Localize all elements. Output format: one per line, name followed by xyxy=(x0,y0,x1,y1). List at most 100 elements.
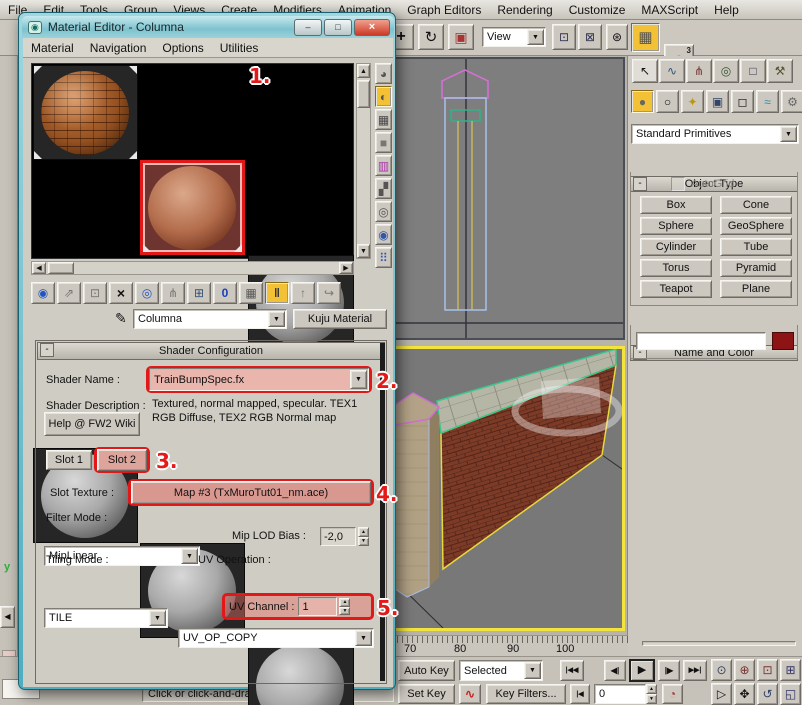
chevron-down-icon[interactable]: ▼ xyxy=(149,610,166,626)
go-forward-sibling-button[interactable]: ↪ xyxy=(317,282,341,304)
tab-modify[interactable]: ∿ xyxy=(659,59,685,83)
chevron-down-icon[interactable]: ▼ xyxy=(524,662,541,679)
scroll-up-button[interactable]: ▲ xyxy=(357,64,370,78)
viewport-front[interactable] xyxy=(392,57,625,340)
sample-type-button[interactable]: ◕ xyxy=(375,63,392,84)
next-frame-button[interactable]: |▶ xyxy=(658,660,680,681)
sample-slot-brick[interactable] xyxy=(33,65,138,160)
category-shapes-button[interactable]: ○ xyxy=(656,90,679,113)
maximize-button[interactable]: □ xyxy=(324,19,352,36)
sample-uv-tiling-button[interactable]: ■ xyxy=(375,132,392,153)
menu-maxscript[interactable]: MAXScript xyxy=(633,1,706,19)
chevron-down-icon[interactable]: ▼ xyxy=(527,29,544,45)
spinner-down-icon[interactable]: ▼ xyxy=(339,607,350,616)
create-plane-button[interactable]: Plane xyxy=(720,280,792,298)
orbit-button[interactable]: ↺ xyxy=(757,683,778,705)
slots-horizontal-scrollbar[interactable]: ◀ ▶ xyxy=(31,261,354,275)
put-to-library-button[interactable]: ⊞ xyxy=(187,282,211,304)
chevron-down-icon[interactable]: ▼ xyxy=(350,370,367,389)
create-cylinder-button[interactable]: Cylinder xyxy=(640,238,712,256)
create-geosphere-button[interactable]: GeoSphere xyxy=(720,217,792,235)
minimize-button[interactable]: – xyxy=(294,19,322,36)
go-to-start-button[interactable]: |◀◀ xyxy=(560,660,584,681)
show-end-result-button[interactable]: ‖ xyxy=(265,282,289,304)
scroll-thumb[interactable] xyxy=(48,262,74,274)
chevron-down-icon[interactable]: ▼ xyxy=(355,630,372,646)
category-spacewarps-button[interactable]: ≈ xyxy=(756,90,779,113)
material-map-navigator-button[interactable]: ⠿ xyxy=(375,247,392,268)
spinner-up-icon[interactable]: ▲ xyxy=(339,598,350,607)
previous-frame-button[interactable]: ◀| xyxy=(604,660,626,681)
key-mode-toggle[interactable]: |◀ xyxy=(570,684,590,704)
go-to-parent-button[interactable]: ↑ xyxy=(291,282,315,304)
category-lights-button[interactable]: ✦ xyxy=(681,90,704,113)
menu-rendering[interactable]: Rendering xyxy=(489,1,560,19)
viewport-perspective-active[interactable] xyxy=(392,346,625,631)
selection-set-dropdown[interactable]: Selected ▼ xyxy=(459,660,543,681)
object-name-field[interactable] xyxy=(636,332,766,350)
reference-coordsys-dropdown[interactable]: View ▼ xyxy=(482,27,546,47)
create-pyramid-button[interactable]: Pyramid xyxy=(720,259,792,277)
mip-lod-bias-spinner[interactable]: ▲ ▼ xyxy=(358,527,369,546)
help-fw2-wiki-button[interactable]: Help @ FW2 Wiki xyxy=(44,412,140,436)
tab-utilities[interactable]: ⚒ xyxy=(767,59,793,83)
select-by-material-button[interactable]: ◉ xyxy=(375,224,392,245)
backlight-button[interactable]: ◐ xyxy=(375,86,392,107)
shader-name-dropdown[interactable]: TrainBumpSpec.fx ▼ xyxy=(149,368,369,391)
tab-hierarchy[interactable]: ⋔ xyxy=(686,59,712,83)
sample-slot-selected-columna[interactable] xyxy=(140,160,245,255)
spinner-down-icon[interactable]: ▼ xyxy=(358,537,369,547)
tab-slot-2[interactable]: Slot 2 xyxy=(97,449,147,471)
show-map-in-viewport-button[interactable]: ▦ xyxy=(239,282,263,304)
create-box-button[interactable]: Box xyxy=(640,196,712,214)
slots-vertical-scrollbar[interactable]: ▲ ▼ xyxy=(356,63,371,259)
time-configuration-button[interactable]: ◔ xyxy=(662,684,683,704)
material-type-button[interactable]: Kuju Material xyxy=(293,309,387,329)
menu-help[interactable]: Help xyxy=(706,1,747,19)
scale-button[interactable]: ▣ xyxy=(448,24,474,50)
scroll-left-button[interactable]: ◀ xyxy=(32,262,46,274)
reset-map-button[interactable]: × xyxy=(109,282,133,304)
mip-lod-bias-field[interactable]: -2,0 xyxy=(320,527,356,546)
make-unique-button[interactable]: ⋔ xyxy=(161,282,185,304)
create-sphere-button[interactable]: Sphere xyxy=(640,217,712,235)
make-preview-button[interactable]: ▞ xyxy=(375,178,392,199)
timeline-left-arrow-button[interactable]: ◀ xyxy=(0,606,15,628)
me-menu-navigation[interactable]: Navigation xyxy=(82,39,155,57)
object-color-swatch[interactable] xyxy=(772,332,794,350)
keyboard-override-toggle[interactable]: ▦ xyxy=(631,23,660,52)
zoom-all-button[interactable]: ⊕ xyxy=(734,659,755,681)
pivot-flyout-button[interactable]: ⊠ xyxy=(578,24,602,50)
play-button[interactable]: ▶ xyxy=(629,659,655,682)
zoom-button[interactable]: ⊙ xyxy=(711,659,732,681)
uv-channel-spinner[interactable]: ▲ ▼ xyxy=(339,598,350,615)
tab-create[interactable]: ↖ xyxy=(632,59,658,83)
background-button[interactable]: ▦ xyxy=(375,109,392,130)
scroll-right-button[interactable]: ▶ xyxy=(339,262,353,274)
rollout-scrollbar[interactable] xyxy=(380,343,385,681)
shader-configuration-header[interactable]: - Shader Configuration xyxy=(37,342,385,360)
uv-channel-field[interactable]: 1 xyxy=(298,597,337,616)
get-material-button[interactable]: ◉ xyxy=(31,282,55,304)
create-tube-button[interactable]: Tube xyxy=(720,238,792,256)
video-color-check-button[interactable]: ▥ xyxy=(375,155,392,176)
autogrid-checkbox[interactable] xyxy=(671,177,685,191)
scroll-thumb[interactable] xyxy=(357,80,370,108)
zoom-extents-button[interactable]: ⊡ xyxy=(757,659,778,681)
uv-operation-dropdown[interactable]: UV_OP_COPY ▼ xyxy=(178,628,374,648)
me-menu-utilities[interactable]: Utilities xyxy=(212,39,267,57)
scroll-down-button[interactable]: ▼ xyxy=(357,244,370,258)
tiling-mode-dropdown[interactable]: TILE ▼ xyxy=(44,608,168,628)
select-manipulate-button[interactable]: ⊛ xyxy=(606,24,628,50)
slot-texture-button[interactable]: Map #3 (TxMuroTut01_nm.ace) xyxy=(131,481,371,504)
category-helpers-button[interactable]: ◻ xyxy=(731,90,754,113)
category-systems-button[interactable]: ⚙ xyxy=(781,90,802,113)
trackbar-groove[interactable] xyxy=(642,641,796,646)
set-key-mode-button[interactable]: ∿ xyxy=(459,684,481,704)
material-editor-titlebar[interactable]: ◉ Material Editor - Columna – □ × xyxy=(22,16,394,38)
auto-key-button[interactable]: Auto Key xyxy=(398,660,455,681)
use-pivot-center-button[interactable]: ⊡ xyxy=(552,24,576,50)
set-key-button[interactable]: Set Key xyxy=(398,684,455,704)
chevron-down-icon[interactable]: ▼ xyxy=(268,311,285,327)
category-geometry-button[interactable]: ● xyxy=(631,90,654,113)
